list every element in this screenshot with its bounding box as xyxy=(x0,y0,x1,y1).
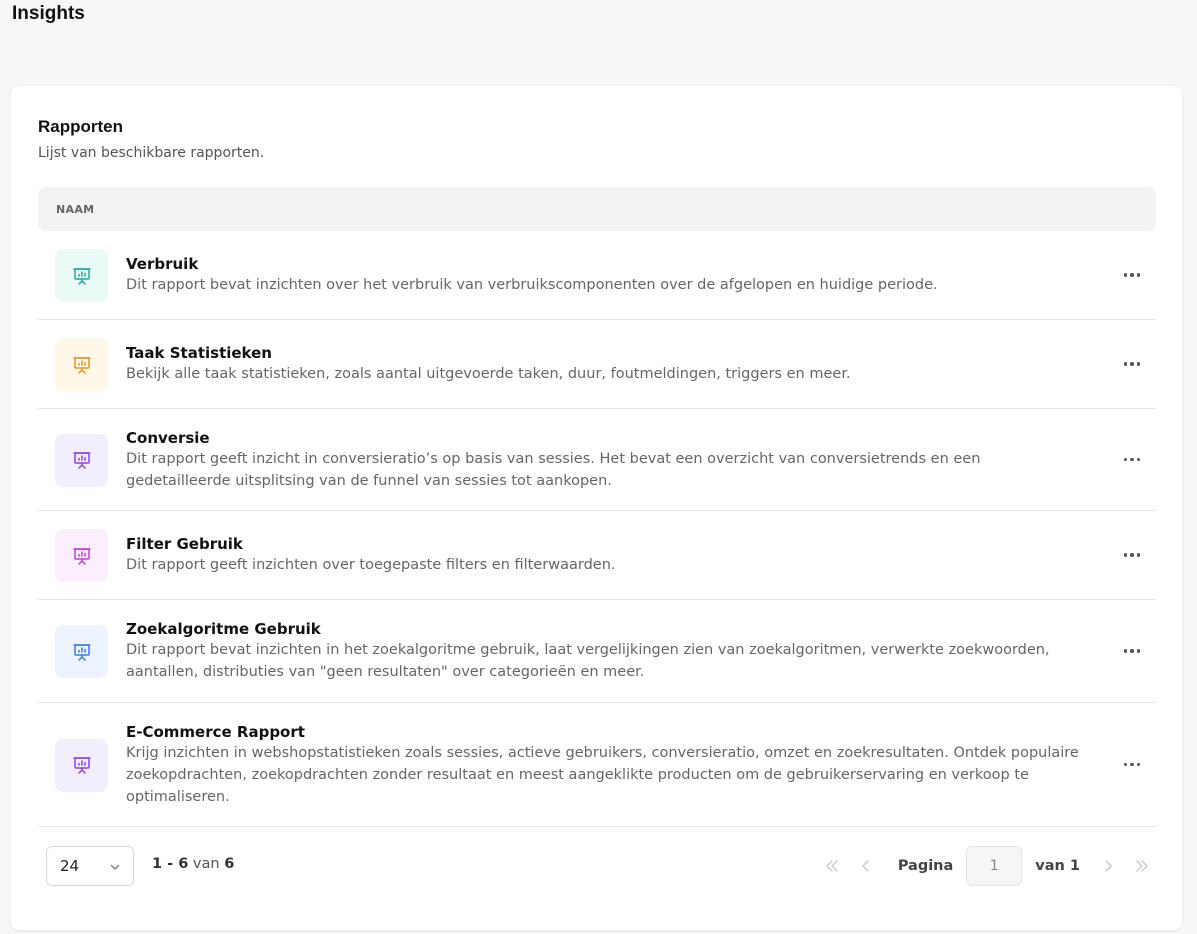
more-dot xyxy=(1136,457,1141,462)
presentation-chart-icon xyxy=(72,356,91,374)
report-row[interactable]: Zoekalgoritme Gebruik Dit rapport bevat … xyxy=(38,600,1156,703)
report-icon-tile xyxy=(55,529,108,582)
page-size-select[interactable]: 24 xyxy=(46,846,134,886)
row-actions-button[interactable] xyxy=(1122,757,1142,773)
report-name[interactable]: Taak Statistieken xyxy=(126,343,1086,363)
range-of: van xyxy=(192,856,220,872)
chevron-right-icon xyxy=(1105,860,1112,872)
more-dot xyxy=(1123,457,1128,462)
page-number-input[interactable]: 1 xyxy=(966,846,1023,886)
first-page-button[interactable] xyxy=(818,852,846,880)
range-total: 6 xyxy=(224,856,235,872)
presentation-chart-icon xyxy=(72,547,91,565)
chevrons-right-icon xyxy=(1136,860,1148,872)
report-icon-tile xyxy=(55,433,108,487)
row-actions-button[interactable] xyxy=(1122,452,1142,468)
presentation-chart-icon xyxy=(72,452,91,469)
more-dot xyxy=(1130,762,1134,767)
more-dot xyxy=(1123,273,1128,277)
report-name[interactable]: Verbruik xyxy=(126,254,1086,274)
report-text: Conversie Dit rapport geeft inzicht in c… xyxy=(126,428,1086,492)
row-actions-button[interactable] xyxy=(1122,547,1142,563)
more-dot xyxy=(1136,762,1141,767)
chevron-left-icon xyxy=(862,860,869,872)
presentation-chart-icon xyxy=(72,267,91,285)
more-dot xyxy=(1136,362,1141,366)
row-actions-button[interactable] xyxy=(1122,267,1142,283)
report-name[interactable]: E-Commerce Rapport xyxy=(126,722,1086,742)
report-text: Verbruik Dit rapport bevat inzichten ove… xyxy=(126,254,1086,296)
more-dot xyxy=(1123,762,1128,767)
next-page-button[interactable] xyxy=(1094,852,1122,880)
more-dot xyxy=(1130,649,1134,653)
more-dot xyxy=(1130,553,1134,557)
report-text: E-Commerce Rapport Krijg inzichten in we… xyxy=(126,722,1086,808)
more-dot xyxy=(1130,273,1134,277)
more-dot xyxy=(1123,649,1128,653)
report-icon-tile xyxy=(55,738,108,792)
row-actions-button[interactable] xyxy=(1122,356,1142,372)
page-total-label: van 1 xyxy=(1035,858,1080,874)
report-description: Bekijk alle taak statistieken, zoals aan… xyxy=(126,366,851,382)
report-description: Dit rapport geeft inzichten over toegepa… xyxy=(126,557,616,573)
report-name[interactable]: Zoekalgoritme Gebruik xyxy=(126,619,1086,639)
last-page-button[interactable] xyxy=(1128,852,1156,880)
page-number-value: 1 xyxy=(989,858,999,874)
page-title: Insights xyxy=(12,3,85,24)
more-dot xyxy=(1130,457,1134,462)
more-dot xyxy=(1123,362,1128,366)
report-description: Krijg inzichten in webshopstatistieken z… xyxy=(126,744,1079,805)
presentation-chart-icon xyxy=(72,643,91,661)
card-title: Rapporten xyxy=(38,117,123,136)
chevrons-left-icon xyxy=(826,860,838,872)
report-text: Zoekalgoritme Gebruik Dit rapport bevat … xyxy=(126,619,1086,683)
report-name[interactable]: Filter Gebruik xyxy=(126,534,1086,554)
report-icon-tile xyxy=(55,249,108,302)
range-end: 6 xyxy=(178,856,189,872)
report-description: Dit rapport bevat inzichten over het ver… xyxy=(126,277,938,293)
presentation-chart-icon xyxy=(72,757,91,774)
reports-card: Rapporten Lijst van beschikbare rapporte… xyxy=(11,86,1182,930)
pagination-footer: 24 1 - 6 van 6 Pagina 1 van 1 xyxy=(46,846,1156,886)
column-header-label: NAAM xyxy=(56,202,95,216)
report-list: Verbruik Dit rapport bevat inzichten ove… xyxy=(38,231,1156,827)
report-text: Filter Gebruik Dit rapport geeft inzicht… xyxy=(126,534,1086,576)
page-size-value: 24 xyxy=(60,857,80,875)
previous-page-button[interactable] xyxy=(852,852,880,880)
report-row[interactable]: E-Commerce Rapport Krijg inzichten in we… xyxy=(38,703,1156,827)
pager: Pagina 1 van 1 xyxy=(818,846,1156,886)
more-dot xyxy=(1136,649,1141,653)
more-dot xyxy=(1136,553,1141,557)
range-summary: 1 - 6 van 6 xyxy=(152,856,235,872)
report-description: Dit rapport geeft inzicht in conversiera… xyxy=(126,450,981,489)
report-row[interactable]: Conversie Dit rapport geeft inzicht in c… xyxy=(38,409,1156,511)
report-description: Dit rapport bevat inzichten in het zoeka… xyxy=(126,642,1050,680)
more-dot xyxy=(1130,362,1134,366)
report-row[interactable]: Taak Statistieken Bekijk alle taak stati… xyxy=(38,320,1156,409)
report-text: Taak Statistieken Bekijk alle taak stati… xyxy=(126,343,1086,385)
chevron-down-icon xyxy=(110,864,120,870)
range-start: 1 xyxy=(152,856,163,872)
report-name[interactable]: Conversie xyxy=(126,428,1086,448)
page-label: Pagina xyxy=(897,858,954,874)
column-header-name[interactable]: NAAM xyxy=(38,187,1156,231)
card-subtitle: Lijst van beschikbare rapporten. xyxy=(38,145,265,161)
report-icon-tile xyxy=(55,338,108,391)
report-row[interactable]: Filter Gebruik Dit rapport geeft inzicht… xyxy=(38,511,1156,600)
row-actions-button[interactable] xyxy=(1122,643,1142,659)
more-dot xyxy=(1136,273,1141,277)
report-row[interactable]: Verbruik Dit rapport bevat inzichten ove… xyxy=(38,231,1156,320)
report-icon-tile xyxy=(55,625,108,678)
more-dot xyxy=(1123,553,1128,557)
